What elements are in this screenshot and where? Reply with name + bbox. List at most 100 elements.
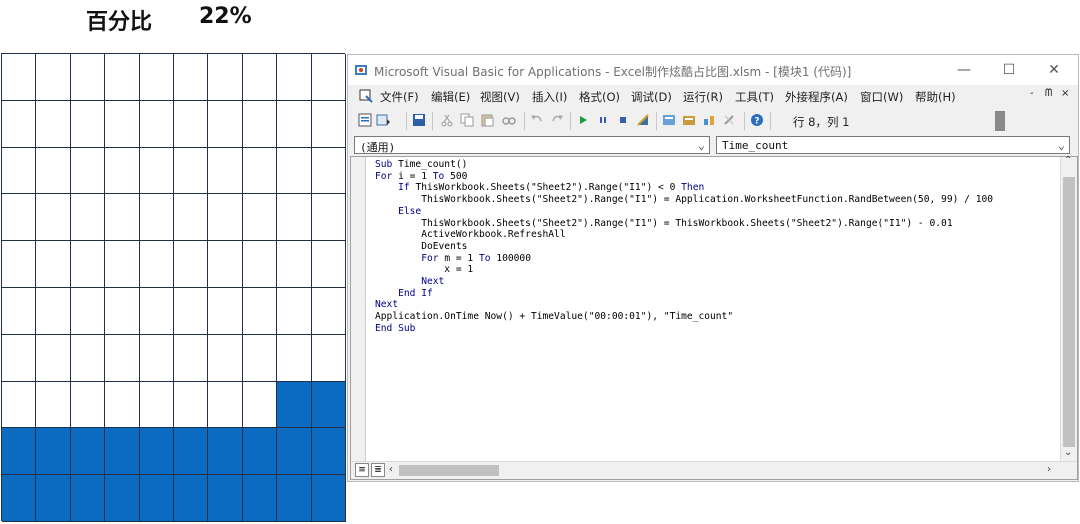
menu-edit[interactable]: 编辑(E) — [431, 89, 470, 105]
grid-cell — [208, 334, 243, 382]
scroll-left-icon[interactable]: ‹ — [389, 464, 393, 475]
grid-cell — [242, 147, 278, 195]
scroll-up-icon[interactable]: ⌃ — [1064, 155, 1072, 166]
grid-cell — [36, 287, 71, 335]
vba-editor-window: Microsoft Visual Basic for Applications … — [347, 54, 1079, 482]
menu-view[interactable]: 视图(V) — [480, 89, 520, 105]
grid-cell — [139, 287, 174, 335]
code-text[interactable]: Sub Time_count() For i = 1 To 500 If Thi… — [375, 159, 993, 335]
scroll-right-icon[interactable]: › — [1047, 464, 1051, 475]
run-icon[interactable] — [576, 113, 590, 127]
menu-help[interactable]: 帮助(H) — [915, 89, 956, 105]
insert-module-icon[interactable] — [376, 113, 390, 127]
grid-cell — [105, 475, 140, 522]
vertical-scroll-thumb[interactable] — [1063, 177, 1075, 447]
grid-cell — [70, 475, 106, 522]
grid-cell — [311, 147, 346, 195]
grid-cell — [173, 194, 209, 242]
break-icon[interactable] — [596, 113, 610, 127]
grid-cell — [173, 54, 209, 101]
vertical-scrollbar[interactable]: ⌃ ⌄ — [1060, 155, 1077, 463]
close-button[interactable]: ✕ — [1034, 59, 1074, 81]
grid-cell — [139, 381, 174, 429]
child-restore-button[interactable]: ᗰ — [1045, 88, 1052, 99]
grid-cell — [277, 334, 312, 382]
grid-cell — [105, 194, 140, 242]
procedure-combo-value: Time_count — [722, 139, 789, 152]
grid-cell — [173, 428, 209, 476]
properties-icon[interactable] — [682, 113, 696, 127]
grid-cell — [2, 428, 37, 476]
menu-addins[interactable]: 外接程序(A) — [785, 89, 848, 105]
margin-indicator-bar[interactable] — [351, 157, 366, 463]
grid-cell — [208, 194, 243, 242]
horizontal-scroll-thumb[interactable] — [399, 465, 499, 476]
copy-icon[interactable] — [460, 113, 474, 127]
grid-cell — [139, 194, 174, 242]
object-combo-value: (通用) — [360, 141, 396, 154]
grid-cell — [139, 334, 174, 382]
grid-cell — [70, 334, 106, 382]
grid-cell — [36, 147, 71, 195]
menu-format[interactable]: 格式(O) — [579, 89, 620, 105]
object-combo[interactable]: (通用) ⌄ — [354, 136, 710, 154]
toolbar-grip[interactable] — [995, 111, 1005, 131]
save-icon[interactable] — [412, 113, 426, 127]
maximize-button[interactable]: ☐ — [989, 59, 1029, 81]
menu-debug[interactable]: 调试(D) — [631, 89, 672, 105]
grid-cell — [277, 54, 312, 101]
undo-icon[interactable] — [530, 113, 544, 127]
grid-cell — [105, 241, 140, 288]
grid-cell — [311, 241, 346, 288]
grid-cell — [173, 100, 209, 148]
menu-run[interactable]: 运行(R) — [683, 89, 723, 105]
grid-cell — [242, 54, 278, 101]
procedure-view-icon[interactable]: ≡ — [355, 463, 369, 477]
menu-window[interactable]: 窗口(W) — [860, 89, 903, 105]
grid-cell — [173, 147, 209, 195]
child-close-button[interactable]: × — [1061, 88, 1069, 99]
grid-cell — [277, 194, 312, 242]
grid-cell — [2, 241, 37, 288]
grid-cell — [36, 381, 71, 429]
project-explorer-icon[interactable] — [662, 113, 676, 127]
svg-text:?: ? — [754, 117, 759, 127]
grid-cell — [105, 147, 140, 195]
find-icon[interactable] — [502, 113, 516, 127]
scroll-down-icon[interactable]: ⌄ — [1064, 447, 1072, 458]
help-icon[interactable]: ? — [750, 113, 764, 127]
grid-cell — [311, 381, 346, 429]
grid-cell — [173, 287, 209, 335]
grid-cell — [277, 381, 312, 429]
menu-file[interactable]: 文件(F) — [380, 89, 419, 105]
grid-cell — [139, 54, 174, 101]
menu-tools[interactable]: 工具(T) — [735, 89, 774, 105]
menu-insert[interactable]: 插入(I) — [532, 89, 567, 105]
horizontal-scrollbar[interactable]: ≡ ≣ ‹ › — [351, 461, 1077, 479]
grid-cell — [36, 54, 71, 101]
full-module-view-icon[interactable]: ≣ — [371, 463, 385, 477]
cut-icon[interactable] — [440, 113, 454, 127]
design-mode-icon[interactable] — [636, 113, 650, 127]
paste-icon[interactable] — [480, 113, 494, 127]
grid-cell — [139, 428, 174, 476]
object-browser-icon[interactable] — [702, 113, 716, 127]
grid-cell — [242, 241, 278, 288]
toolbox-icon[interactable] — [722, 113, 736, 127]
minimize-button[interactable]: — — [944, 59, 984, 81]
grid-cell — [36, 194, 71, 242]
child-minimize-button[interactable]: - — [1030, 88, 1034, 99]
redo-icon[interactable] — [550, 113, 564, 127]
grid-cell — [173, 381, 209, 429]
procedure-combo[interactable]: Time_count ⌄ — [716, 136, 1070, 154]
grid-cell — [2, 54, 37, 101]
cursor-position: 行 8，列 1 — [793, 115, 850, 129]
grid-cell — [139, 241, 174, 288]
grid-cell — [105, 287, 140, 335]
grid-cell — [242, 381, 278, 429]
view-excel-icon[interactable] — [358, 113, 372, 127]
grid-cell — [70, 381, 106, 429]
code-editor[interactable]: Sub Time_count() For i = 1 To 500 If Thi… — [350, 155, 1078, 480]
grid-cell — [105, 428, 140, 476]
reset-icon[interactable] — [616, 113, 630, 127]
